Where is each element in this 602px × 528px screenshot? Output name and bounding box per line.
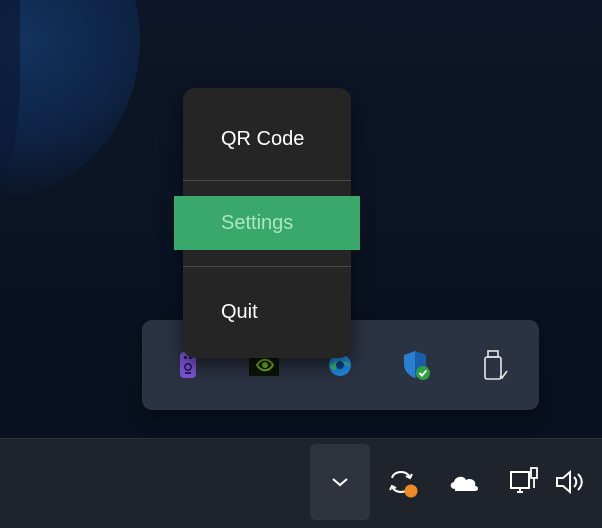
- wallpaper-bloom: [0, 0, 140, 200]
- menu-item-settings[interactable]: Settings: [174, 196, 360, 250]
- menu-separator: [183, 266, 351, 267]
- network-icon[interactable]: [505, 462, 543, 502]
- chevron-up-icon: [332, 478, 348, 487]
- menu-item-label: Settings: [221, 211, 294, 234]
- menu-separator: [183, 180, 351, 181]
- menu-item-quit[interactable]: Quit: [183, 284, 351, 340]
- onedrive-icon[interactable]: [444, 462, 484, 502]
- menu-item-label: QR Code: [221, 127, 305, 150]
- sync-icon[interactable]: [382, 462, 422, 502]
- menu-item-label: Quit: [221, 300, 258, 323]
- show-hidden-icons-button[interactable]: [310, 444, 370, 520]
- usb-device-icon[interactable]: [480, 350, 510, 380]
- menu-item-qr-code[interactable]: QR Code: [183, 111, 351, 167]
- volume-icon[interactable]: [553, 462, 587, 502]
- windows-security-icon[interactable]: [401, 350, 431, 380]
